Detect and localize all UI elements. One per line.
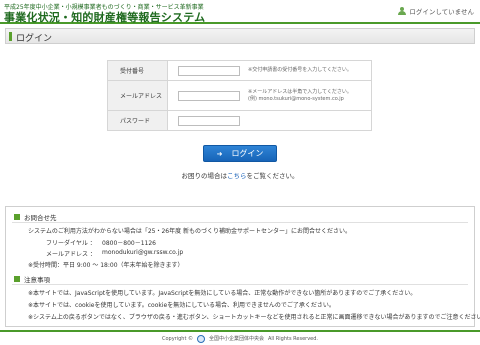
page-title: ログイン <box>16 34 53 44</box>
email-label: メールアドレス <box>107 80 168 111</box>
site-header: 平成25年度中小企業・小規模事業者ものづくり・商業・サービス革新事業 事業化状況… <box>0 0 480 24</box>
page-title-bar: ログイン <box>5 28 475 44</box>
password-label: パスワード <box>107 110 168 131</box>
email-contact-value: monodukuri@gw.rssw.co.jp <box>102 249 184 256</box>
divider <box>12 284 468 285</box>
organization-logo <box>197 334 205 343</box>
form-row-receipt-number: 受付番号 ※交付申請書の受付番号を入力してください。 <box>107 60 372 81</box>
email-input[interactable] <box>178 90 240 101</box>
copyright-text: Copyright © <box>161 335 193 342</box>
email-note: ※メールアドレスは半角で入力してください。 <box>248 88 352 95</box>
contact-heading: お問合せ先 <box>14 212 57 222</box>
rights-text: All Rights Reserved. <box>268 335 319 342</box>
form-row-email: メールアドレス ※メールアドレスは半角で入力してください。 (例) mono.t… <box>107 80 372 111</box>
contact-intro: システムのご利用方法がわからない場合は「25・26年度 新ものづくり補助金サポー… <box>28 228 351 235</box>
help-prefix: お困りの場合は <box>181 172 228 180</box>
receipt-number-input[interactable] <box>178 65 240 76</box>
login-status: ログインしていません <box>398 6 474 16</box>
help-link[interactable]: こちら <box>227 172 247 180</box>
help-text: お困りの場合はこちらをご覧ください。 <box>0 170 480 180</box>
notes-heading-text: 注意事項 <box>24 276 50 284</box>
info-box: お問合せ先 システムのご利用方法がわからない場合は「25・26年度 新ものづくり… <box>5 206 480 327</box>
site-title: 事業化状況・知的財産権等報告システム <box>4 11 206 24</box>
title-accent-bar <box>9 32 12 41</box>
note-line: ※システム上の戻るボタンではなく、ブラウザの戻る・進むボタン、ショートカットキー… <box>28 314 480 321</box>
login-button[interactable]: ➜ ログイン <box>203 145 277 162</box>
receipt-number-label: 受付番号 <box>107 60 168 81</box>
site-footer: Copyright © 全国中小企業団体中央会 All Rights Reser… <box>0 330 480 345</box>
email-contact-label: メールアドレス ： <box>46 251 96 258</box>
form-row-password: パスワード <box>107 110 372 131</box>
contact-heading-text: お問合せ先 <box>24 214 57 222</box>
note-line: ※本サイトでは、JavaScriptを使用しています。JavaScriptを無効… <box>28 290 417 297</box>
note-line: ※本サイトでは、cookieを使用しています。cookieを無効にしている場合、… <box>28 302 335 309</box>
receipt-number-note: ※交付申請書の受付番号を入力してください。 <box>248 67 352 73</box>
login-status-text: ログインしていません <box>409 8 474 16</box>
help-suffix: をご覧ください。 <box>246 172 299 180</box>
square-bullet-icon <box>14 214 20 220</box>
freedial-value: 0800－800－1126 <box>102 240 156 247</box>
organization-name: 全国中小企業団体中央会 <box>209 336 265 342</box>
notes-heading: 注意事項 <box>14 274 50 284</box>
reception-hours: ※受付時間：平日 9:00 ～ 18:00（年末年始を除きます） <box>28 262 184 269</box>
arrow-right-icon: ➜ <box>216 149 223 158</box>
login-form: 受付番号 ※交付申請書の受付番号を入力してください。 メールアドレス ※メールア… <box>107 60 372 131</box>
divider <box>12 222 468 223</box>
email-example: (例) mono.tsukuri@mono-system.co.jp <box>248 95 344 102</box>
square-bullet-icon <box>14 276 20 282</box>
password-input[interactable] <box>178 115 240 126</box>
login-button-label: ログイン <box>231 149 264 158</box>
freedial-label: フリーダイヤル ： <box>46 240 96 247</box>
user-icon <box>398 7 407 15</box>
